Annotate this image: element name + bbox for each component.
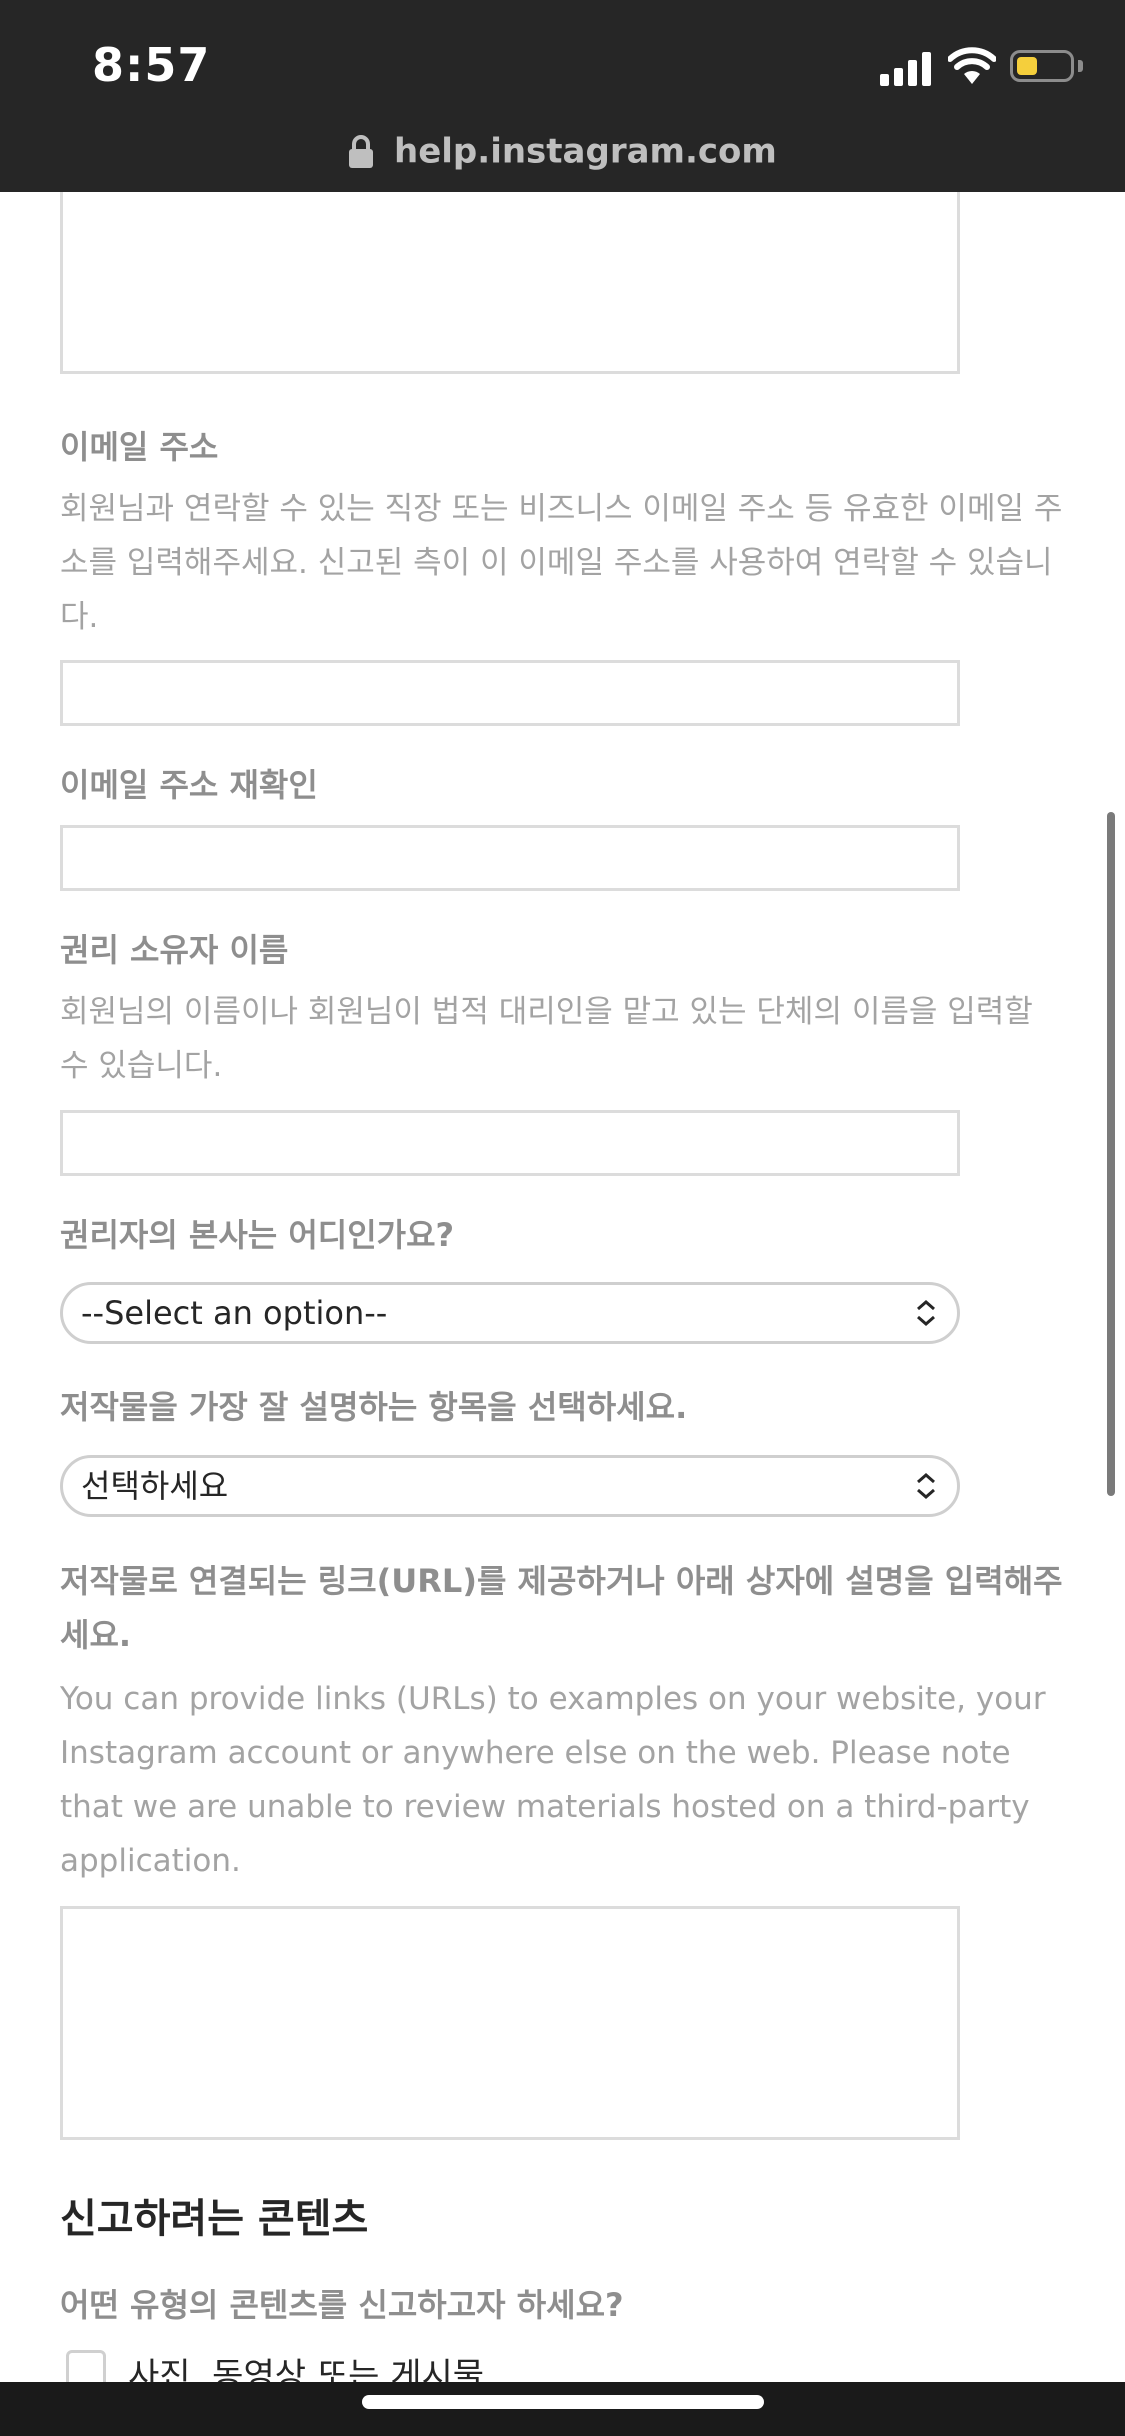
battery-icon (1010, 50, 1074, 82)
email-description: 회원님과 연락할 수 있는 직장 또는 비즈니스 이메일 주소 등 유효한 이메… (60, 491, 1063, 635)
page-scrollbar[interactable] (1107, 812, 1115, 1496)
address-bar[interactable]: help.instagram.com (0, 130, 1125, 192)
page-content: 이메일 주소 회원님과 연락할 수 있는 직장 또는 비즈니스 이메일 주소 등… (0, 192, 1125, 2382)
work-type-selected-value: 선택하세요 (81, 1467, 229, 1505)
headquarters-label: 권리자의 본사는 어디인가요? (60, 1216, 455, 1254)
owner-name-description: 회원님의 이름이나 회원님이 법적 대리인을 맡고 있는 단체의 이름을 입력할… (60, 994, 1033, 1084)
work-type-select[interactable]: 선택하세요 (60, 1455, 960, 1517)
work-links-description: You can provide links (URLs) to examples… (60, 1681, 1046, 1879)
headquarters-select[interactable]: --Select an option-- (60, 1282, 960, 1344)
content-type-option-label[interactable]: 사진, 동영상 또는 게시물 (128, 2348, 484, 2382)
report-section-title: 신고하려는 콘텐츠 (60, 2196, 369, 2242)
owner-name-label: 권리 소유자 이름 (60, 931, 289, 969)
bottom-bar (0, 2382, 1125, 2436)
email-label: 이메일 주소 (60, 428, 219, 466)
battery-tip (1078, 60, 1083, 72)
headquarters-selected-value: --Select an option-- (81, 1294, 388, 1332)
previous-textarea[interactable] (60, 192, 960, 374)
email-confirm-label: 이메일 주소 재확인 (60, 766, 318, 804)
page-url: help.instagram.com (394, 131, 777, 172)
wifi-icon (948, 47, 996, 84)
email-field[interactable] (60, 660, 960, 726)
content-type-question: 어떤 유형의 콘텐츠를 신고하고자 하세요? (60, 2286, 624, 2324)
work-links-textarea[interactable] (60, 1906, 960, 2140)
select-chevron-icon (917, 1300, 935, 1326)
email-confirm-field[interactable] (60, 825, 960, 891)
home-indicator[interactable] (362, 2395, 764, 2409)
select-chevron-icon (917, 1473, 935, 1499)
lock-icon (349, 134, 374, 168)
status-time: 8:57 (92, 38, 211, 92)
work-links-label: 저작물로 연결되는 링크(URL)를 제공하거나 아래 상자에 설명을 입력해주… (60, 1562, 1063, 1654)
cellular-signal-icon (880, 50, 932, 86)
work-type-label: 저작물을 가장 잘 설명하는 항목을 선택하세요. (60, 1388, 688, 1426)
content-type-checkbox[interactable] (66, 2350, 106, 2382)
status-bar: 8:57 help.instagram.com (0, 0, 1125, 192)
owner-name-field[interactable] (60, 1110, 960, 1176)
